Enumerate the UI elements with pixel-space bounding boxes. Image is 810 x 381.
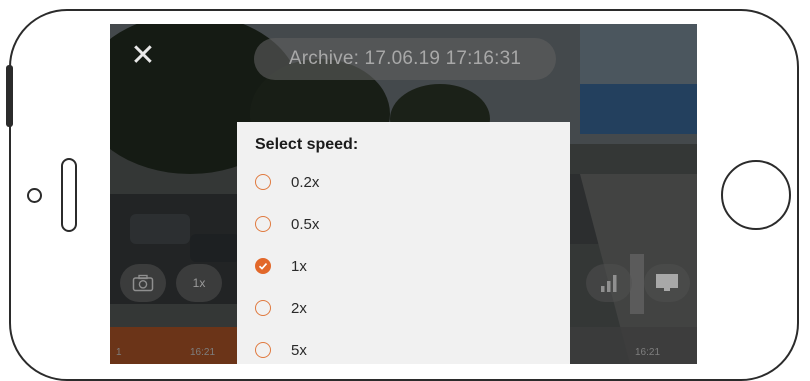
radio-button[interactable] <box>255 174 271 190</box>
close-glyph: ✕ <box>130 38 156 72</box>
speed-option-0-5x[interactable]: 0.5x <box>247 207 547 241</box>
speed-button-label: 1x <box>192 276 206 290</box>
speed-option-2x[interactable]: 2x <box>247 291 547 325</box>
radio-button-selected[interactable] <box>255 258 271 274</box>
speed-option-0-2x[interactable]: 0.2x <box>247 165 547 199</box>
speed-dialog: Select speed: 0.2x 0.5x 1x 2x 5x <box>237 122 570 364</box>
radio-button[interactable] <box>255 216 271 232</box>
playback-speed-button[interactable]: 1x <box>176 264 222 302</box>
timeline-progress <box>110 327 240 364</box>
monitor-icon <box>656 274 678 291</box>
archive-timestamp: Archive: 17.06.19 17:16:31 <box>254 38 556 80</box>
radio-button[interactable] <box>255 300 271 316</box>
checkmark-icon <box>258 263 268 270</box>
speed-option-label: 1x <box>291 257 307 275</box>
speed-option-1x[interactable]: 1x <box>247 249 547 283</box>
signal-bars-icon <box>601 275 617 292</box>
speed-option-label: 5x <box>291 341 307 359</box>
camera-icon <box>132 274 154 292</box>
speed-option-5x[interactable]: 5x <box>247 333 547 364</box>
display-mode-button[interactable] <box>644 264 690 302</box>
close-icon[interactable]: ✕ <box>122 34 164 76</box>
timeline-right-time: 16:21 <box>635 347 661 358</box>
speed-option-label: 0.2x <box>291 173 320 191</box>
phone-front-camera <box>27 188 42 203</box>
phone-side-button <box>6 65 13 127</box>
snapshot-button[interactable] <box>120 264 166 302</box>
speed-option-label: 0.5x <box>291 215 320 233</box>
timeline-left-time: 16:21 <box>190 347 216 358</box>
radio-button[interactable] <box>255 342 271 358</box>
archive-label: Archive: 17.06.19 17:16:31 <box>288 48 522 69</box>
phone-home-button <box>721 160 791 230</box>
phone-speaker <box>61 158 77 232</box>
dialog-title: Select speed: <box>255 136 359 153</box>
video-screen: ✕ Archive: 17.06.19 17:16:31 1x 1 16:21 … <box>110 24 697 364</box>
speed-option-label: 2x <box>291 299 307 317</box>
timeline-left-mark: 1 <box>116 347 122 358</box>
signal-button[interactable] <box>586 264 632 302</box>
